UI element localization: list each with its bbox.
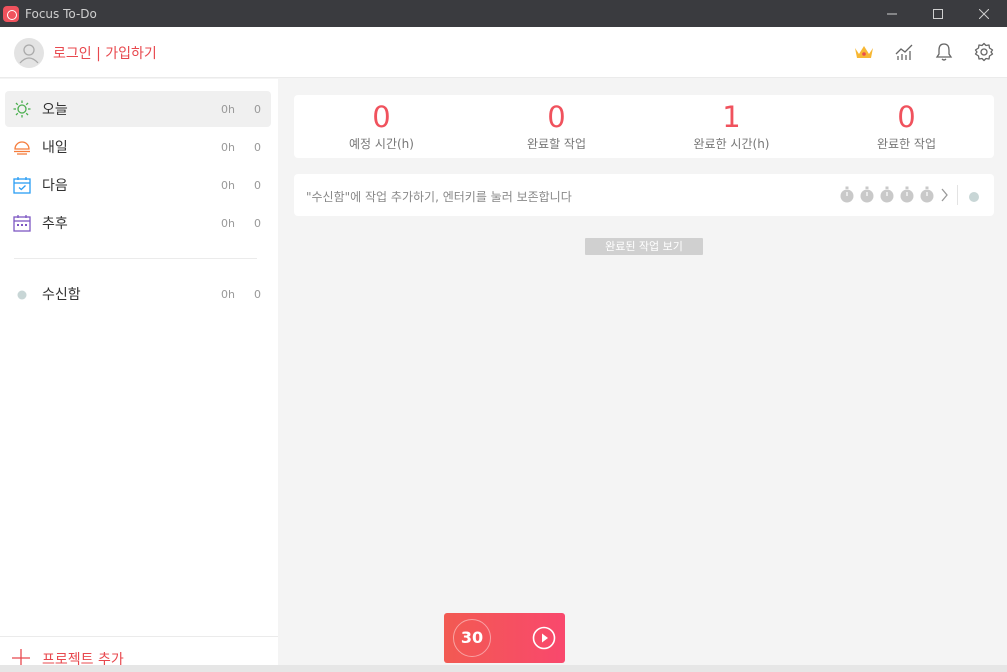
sidebar-item-inbox[interactable]: 수신함 0h 0 (5, 276, 271, 312)
sidebar-item-tomorrow[interactable]: 내일 0h 0 (5, 129, 271, 165)
maximize-button[interactable] (915, 0, 961, 27)
stat-completed-tasks: 0 완료한 작업 (819, 95, 994, 158)
sidebar-item-time: 0h (221, 140, 235, 154)
pomodoro-icon[interactable] (859, 186, 875, 203)
chevron-right-icon[interactable] (941, 188, 949, 202)
stat-estimated-time: 0 예정 시간(h) (294, 95, 469, 158)
bell-icon[interactable] (933, 41, 955, 63)
sidebar-divider (14, 258, 257, 259)
add-task-placeholder: "수신함"에 작업 추가하기, 엔터키를 눌러 보존합니다 (306, 190, 572, 204)
close-button[interactable] (961, 0, 1007, 27)
stat-label: 완료한 작업 (876, 137, 936, 151)
stat-label: 예정 시간(h) (349, 137, 414, 151)
sidebar-item-label: 내일 (42, 140, 68, 156)
pomodoro-icon[interactable] (879, 186, 895, 203)
pomodoro-estimate[interactable] (839, 186, 935, 203)
sidebar-item-upcoming[interactable]: 다음 0h 0 (5, 167, 271, 203)
sidebar-item-label: 다음 (42, 178, 68, 194)
sidebar-item-count: 0 (254, 287, 261, 301)
stat-value: 0 (372, 100, 391, 134)
sidebar-item-time: 0h (221, 216, 235, 230)
app-header: 로그인 | 가입하기 (0, 27, 1007, 78)
pomodoro-timer-bar[interactable]: 30 (444, 613, 565, 663)
sidebar: 오늘 0h 0 내일 0h 0 다음 0h 0 추후 0h 0 수신함 0h 0… (0, 79, 278, 672)
sidebar-item-label: 추후 (42, 216, 68, 232)
divider (957, 185, 958, 205)
pomodoro-icon[interactable] (919, 186, 935, 203)
sidebar-item-label: 오늘 (42, 102, 68, 118)
stat-value: 1 (722, 100, 741, 134)
timer-minutes: 30 (453, 619, 491, 657)
window-title: Focus To-Do (25, 6, 97, 21)
sidebar-item-count: 0 (254, 216, 261, 230)
stat-label: 완료할 작업 (526, 137, 586, 151)
title-bar: Focus To-Do (0, 0, 1007, 27)
gear-icon[interactable] (973, 41, 995, 63)
sidebar-item-today[interactable]: 오늘 0h 0 (5, 91, 271, 127)
pomodoro-icon[interactable] (899, 186, 915, 203)
sidebar-item-time: 0h (221, 287, 235, 301)
statistics-icon[interactable] (893, 41, 915, 63)
sidebar-item-time: 0h (221, 178, 235, 192)
stat-label: 완료한 시간(h) (693, 137, 770, 151)
premium-crown-icon[interactable] (853, 41, 875, 63)
login-link[interactable]: 로그인 | 가입하기 (53, 43, 157, 63)
pomodoro-icon[interactable] (839, 186, 855, 203)
sidebar-item-time: 0h (221, 102, 235, 116)
stat-tasks-to-complete: 0 완료할 작업 (469, 95, 644, 158)
project-selector-dot[interactable] (969, 192, 979, 202)
sidebar-item-label: 수신함 (42, 287, 81, 303)
show-completed-button[interactable]: 완료된 작업 보기 (585, 238, 703, 255)
stat-value: 0 (547, 100, 566, 134)
minimize-button[interactable] (869, 0, 915, 27)
add-task-input[interactable]: "수신함"에 작업 추가하기, 엔터키를 눌러 보존합니다 (294, 174, 994, 216)
window-bottom-edge (0, 665, 1007, 672)
project-dot-icon (17, 290, 27, 300)
sidebar-item-count: 0 (254, 102, 261, 116)
sunset-icon (14, 141, 30, 155)
app-logo-icon (3, 5, 19, 22)
calendar-check-icon (13, 177, 31, 194)
sidebar-item-count: 0 (254, 178, 261, 192)
sun-icon (13, 100, 31, 118)
stats-panel: 0 예정 시간(h) 0 완료할 작업 1 완료한 시간(h) 0 완료한 작업 (294, 95, 994, 158)
sidebar-item-count: 0 (254, 140, 261, 154)
stat-elapsed-time: 1 완료한 시간(h) (644, 95, 819, 158)
calendar-icon (13, 215, 31, 232)
play-icon[interactable] (532, 626, 556, 650)
stat-value: 0 (897, 100, 916, 134)
sidebar-item-someday[interactable]: 추후 0h 0 (5, 205, 271, 241)
avatar[interactable] (14, 38, 44, 68)
